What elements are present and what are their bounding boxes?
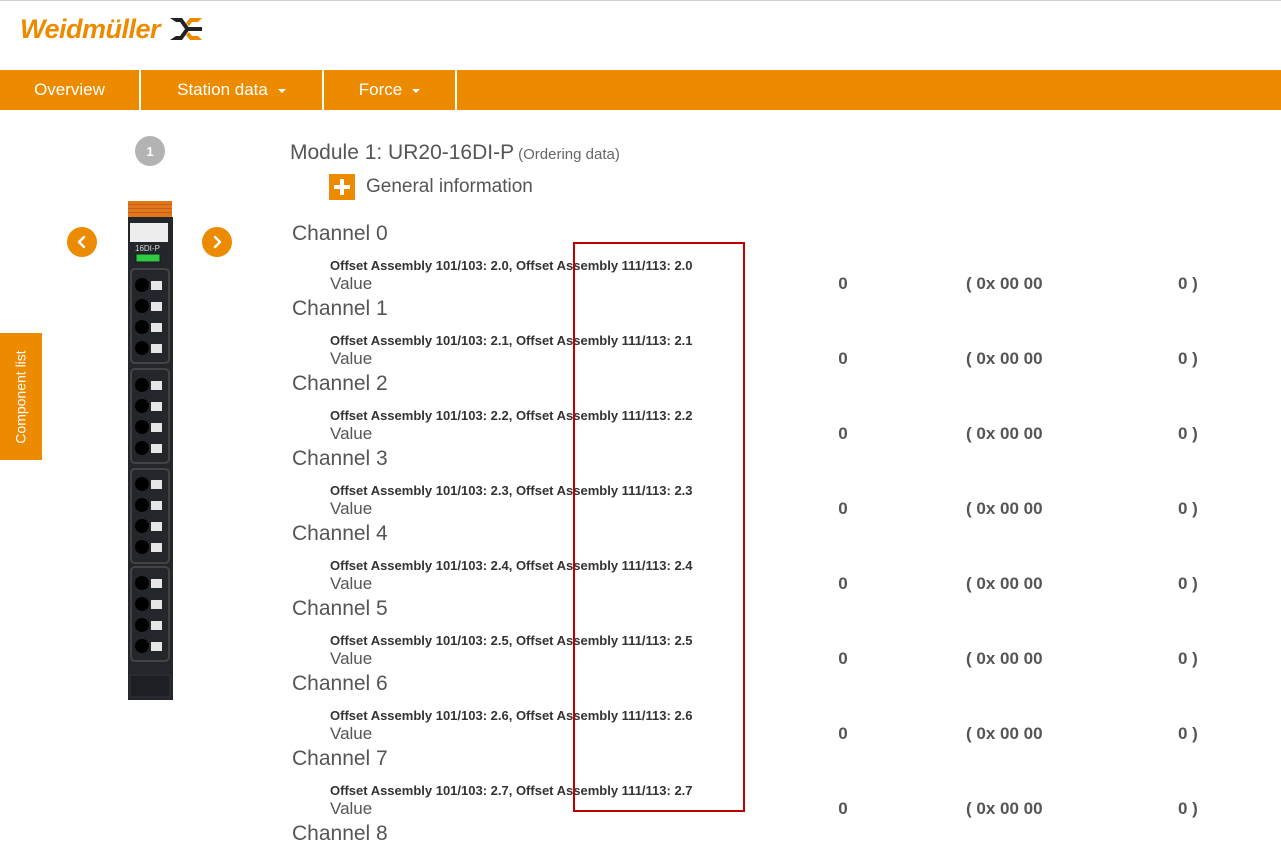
- channel-value-label: Value: [330, 424, 373, 443]
- channel-row: Channel 0 Offset Assembly 101/103: 2.0, …: [0, 222, 1281, 297]
- nav-station-data[interactable]: Station data: [141, 70, 324, 110]
- channel-offset: Offset Assembly 101/103: 2.1, Offset Ass…: [330, 333, 693, 348]
- general-information-label: General information: [366, 176, 533, 197]
- channel-name: Channel 2: [292, 372, 388, 395]
- nav-overview-label: Overview: [34, 80, 105, 99]
- channel-name: Channel 5: [292, 597, 388, 620]
- channel-value-decimal: 0: [838, 724, 848, 743]
- channel-value-decimal: 0: [838, 499, 848, 518]
- channel-name: Channel 4: [292, 522, 388, 545]
- channel-offset: Offset Assembly 101/103: 2.7, Offset Ass…: [330, 783, 693, 798]
- top-border: [0, 0, 1281, 1]
- channel-row: Channel 8: [0, 822, 1281, 845]
- channel-value-hex: ( 0x 00 00: [966, 799, 1043, 818]
- channel-name: Channel 6: [292, 672, 388, 695]
- channel-value-label: Value: [330, 499, 373, 518]
- channel-name: Channel 0: [292, 222, 388, 245]
- channel-value-decimal: 0: [838, 574, 848, 593]
- channel-value-binary: 0 ): [1178, 349, 1198, 368]
- channel-value-binary: 0 ): [1178, 499, 1198, 518]
- channel-value-decimal: 0: [838, 274, 848, 293]
- channel-offset: Offset Assembly 101/103: 2.0, Offset Ass…: [330, 258, 693, 273]
- channel-value-hex: ( 0x 00 00: [966, 274, 1043, 293]
- channel-value-binary: 0 ): [1178, 424, 1198, 443]
- nav-force-label: Force: [358, 80, 403, 99]
- main-navbar: Overview Station data Force: [0, 70, 1281, 110]
- channel-row: Channel 7 Offset Assembly 101/103: 2.7, …: [0, 747, 1281, 822]
- channel-offset: Offset Assembly 101/103: 2.4, Offset Ass…: [330, 558, 693, 573]
- brand-logo[interactable]: Weidmüller: [20, 12, 204, 46]
- channel-value-label: Value: [330, 799, 373, 818]
- channel-row: Channel 2 Offset Assembly 101/103: 2.2, …: [0, 372, 1281, 447]
- channel-value-hex: ( 0x 00 00: [966, 349, 1043, 368]
- channel-value-hex: ( 0x 00 00: [966, 724, 1043, 743]
- caret-down-icon: [277, 89, 286, 93]
- channel-row: Channel 5 Offset Assembly 101/103: 2.5, …: [0, 597, 1281, 672]
- channel-row: Channel 6 Offset Assembly 101/103: 2.6, …: [0, 672, 1281, 747]
- channel-value-hex: ( 0x 00 00: [966, 424, 1043, 443]
- channel-value-binary: 0 ): [1178, 574, 1198, 593]
- channel-offset: Offset Assembly 101/103: 2.6, Offset Ass…: [330, 708, 693, 723]
- channel-value-hex: ( 0x 00 00: [966, 649, 1043, 668]
- channel-value-binary: 0 ): [1178, 799, 1198, 818]
- channel-value-hex: ( 0x 00 00: [966, 574, 1043, 593]
- channel-offset: Offset Assembly 101/103: 2.5, Offset Ass…: [330, 633, 693, 648]
- channel-value-label: Value: [330, 274, 373, 293]
- channel-value-decimal: 0: [838, 649, 848, 668]
- channel-value-label: Value: [330, 649, 373, 668]
- channel-row: Channel 1 Offset Assembly 101/103: 2.1, …: [0, 297, 1281, 372]
- module-title: Module 1: UR20-16DI-P (Ordering data): [290, 141, 620, 165]
- channel-value-label: Value: [330, 349, 373, 368]
- channel-name: Channel 7: [292, 747, 388, 770]
- module-title-text: Module 1: UR20-16DI-P: [290, 141, 515, 164]
- channel-value-hex: ( 0x 00 00: [966, 499, 1043, 518]
- nav-station-data-label: Station data: [177, 80, 268, 99]
- channel-row: Channel 4 Offset Assembly 101/103: 2.4, …: [0, 522, 1281, 597]
- module-index-badge: 1: [135, 136, 165, 166]
- channel-value-decimal: 0: [838, 424, 848, 443]
- channel-offset: Offset Assembly 101/103: 2.3, Offset Ass…: [330, 483, 693, 498]
- ordering-data-link[interactable]: (Ordering data): [518, 146, 620, 163]
- channel-value-binary: 0 ): [1178, 649, 1198, 668]
- channel-value-binary: 0 ): [1178, 724, 1198, 743]
- channel-value-binary: 0 ): [1178, 274, 1198, 293]
- channel-offset: Offset Assembly 101/103: 2.2, Offset Ass…: [330, 408, 693, 423]
- nav-overview[interactable]: Overview: [0, 70, 141, 110]
- channel-name: Channel 1: [292, 297, 388, 320]
- weidmueller-wing-icon: [170, 18, 203, 40]
- channel-value-label: Value: [330, 724, 373, 743]
- nav-force[interactable]: Force: [324, 70, 457, 110]
- channel-value-decimal: 0: [838, 799, 848, 818]
- channel-name: Channel 8: [292, 822, 388, 845]
- channel-name: Channel 3: [292, 447, 388, 470]
- plus-icon: [329, 174, 355, 200]
- general-information-toggle[interactable]: General information: [329, 174, 533, 200]
- channel-value-label: Value: [330, 574, 373, 593]
- channel-value-decimal: 0: [838, 349, 848, 368]
- brand-name: Weidmüller: [20, 13, 161, 44]
- channel-row: Channel 3 Offset Assembly 101/103: 2.3, …: [0, 447, 1281, 522]
- caret-down-icon: [412, 89, 421, 93]
